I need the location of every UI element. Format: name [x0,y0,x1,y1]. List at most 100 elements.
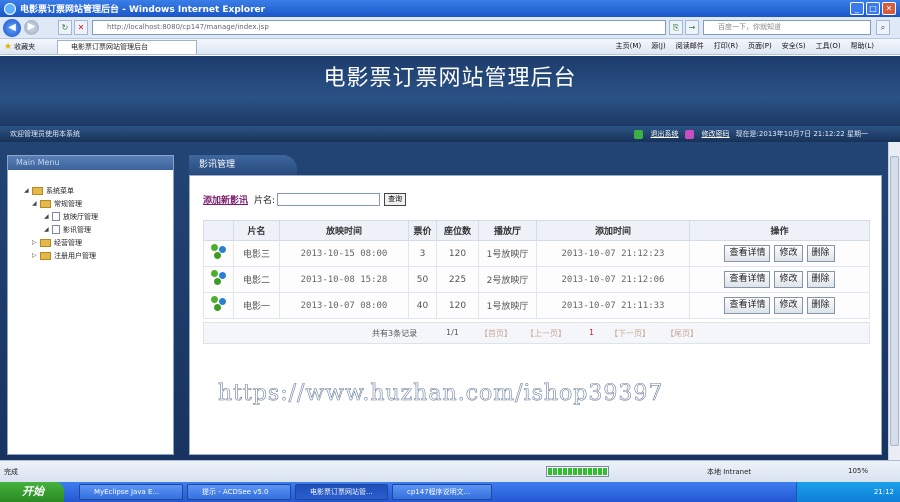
bullet-icon: ◢ [44,226,49,233]
cmd-help[interactable]: 帮助(L) [851,41,874,51]
document-icon [52,212,60,221]
close-icon[interactable]: ✕ [882,2,896,15]
cell-hall: 2号放映厅 [478,266,537,293]
edit-button[interactable]: 修改 [774,245,803,262]
folder-icon [40,251,51,260]
pager-next[interactable]: 【下一页】 [610,328,650,339]
cell-added: 2013-10-07 21:11:33 [536,292,690,319]
cmd-mail[interactable]: 阅读邮件 [676,41,704,51]
stop-icon[interactable]: ✕ [74,20,88,35]
pager-last[interactable]: 【尾页】 [666,328,698,339]
status-text: 完成 [4,468,18,476]
document-icon [52,225,60,234]
content-tab[interactable]: 影讯管理 [189,155,297,175]
cell-show-time: 2013-10-07 08:00 [279,292,409,319]
site-title: 电影票订票网站管理后台 [323,66,577,91]
minimize-icon[interactable]: _ [850,2,864,15]
forward-button[interactable]: ▶ [24,20,39,35]
add-film-link[interactable]: 添加新影讯 [203,193,248,206]
edit-button[interactable]: 修改 [774,297,803,314]
collapse-arrow-icon[interactable]: ▷ [32,252,40,259]
tree-node-users[interactable]: ▷ 注册用户管理 [24,249,173,262]
expand-arrow-icon[interactable]: ◢ [24,187,32,194]
detail-button[interactable]: 查看详情 [724,297,771,314]
back-button[interactable]: ◀ [3,18,21,37]
cmd-home[interactable]: 主页(M) [616,41,642,51]
pager-current: 1 [589,328,595,337]
ie-logo-icon [4,2,16,15]
task-doc[interactable]: cp147程序说明文... [392,484,492,500]
detail-button[interactable]: 查看详情 [724,271,771,288]
cell-seats: 120 [436,292,479,319]
search-icon[interactable]: ⌕ [876,20,890,35]
window-controls: _ □ ✕ [850,2,896,15]
start-button[interactable]: 开始 [0,482,64,502]
delete-button[interactable]: 删除 [806,297,835,314]
tree-node-general[interactable]: ◢ 常规管理 [24,197,173,210]
cmd-feeds[interactable]: 源(J) [651,41,666,51]
content-panel: 添加新影讯 片名: 查询 片名 放映时间 票价 座位数 播放厅 添加时间 操作 … [189,175,882,455]
favorites-bar: ★ 收藏夹 电影票订票网站管理后台 主页(M) 源(J) 阅读邮件 打印(R) 页… [0,39,900,55]
pager-page: 1/1 [446,328,459,337]
pager-prev[interactable]: 【上一页】 [526,328,566,339]
collapse-arrow-icon[interactable]: ▷ [32,239,40,246]
logout-link[interactable]: 退出系统 [651,129,679,139]
cell-added: 2013-10-07 21:12:23 [536,240,690,267]
watermark: https://www.huzhan.com/ishop39397 [218,381,664,407]
task-myeclipse[interactable]: MyEclipse Java E... [79,484,183,500]
col-seats: 座位数 [436,220,479,241]
task-acdsee[interactable]: 提示 - ACDSee v5.0 [187,484,291,500]
table-row: 电影一 2013-10-07 08:00 40 120 1号放映厅 2013-1… [203,292,870,319]
tree-node-business[interactable]: ▷ 经营管理 [24,236,173,249]
go-icon[interactable]: → [685,20,699,35]
cmd-page[interactable]: 页面(P) [748,41,772,51]
security-zone[interactable]: 本地 Intranet [707,467,751,477]
cmd-print[interactable]: 打印(R) [714,41,738,51]
pager-total: 共有3条记录 [372,329,418,338]
expand-arrow-icon[interactable]: ◢ [32,200,40,207]
vertical-scrollbar[interactable] [888,142,900,460]
window-title: 电影票订票网站管理后台 - Windows Internet Explorer [20,5,266,15]
maximize-icon[interactable]: □ [866,2,880,15]
browser-tab[interactable]: 电影票订票网站管理后台 [57,40,197,54]
address-input[interactable]: http://localhost:8080/cp147/manage/index… [92,20,666,35]
edit-button[interactable]: 修改 [774,271,803,288]
browser-status-bar: 完成 本地 Intranet 105% [0,460,900,482]
pagination: 共有3条记录 1/1 【首页】 【上一页】 1 【下一页】 【尾页】 [203,322,870,344]
favorites-button[interactable]: ★ 收藏夹 [4,42,35,52]
menu-header: Main Menu [8,156,173,170]
logout-icon [633,129,643,139]
detail-button[interactable]: 查看详情 [724,245,771,262]
taskbar: 开始 MyEclipse Java E... 提示 - ACDSee v5.0 … [0,482,900,502]
compat-icon[interactable]: ⎘ [669,20,683,35]
welcome-text: 欢迎管理员使用本系统 [10,130,80,138]
system-tray: 21:12 [796,482,900,502]
cell-hall: 1号放映厅 [478,240,537,267]
film-table: 片名 放映时间 票价 座位数 播放厅 添加时间 操作 电影三 2013-10-1… [203,220,870,319]
folder-icon [32,186,43,195]
tree-node-root[interactable]: ◢ 系统菜单 [24,184,173,197]
task-ie[interactable]: 电影票订票网站管... [295,484,388,500]
query-button[interactable]: 查询 [384,193,407,206]
cmd-safety[interactable]: 安全(S) [782,41,806,51]
cell-name: 电影一 [233,292,280,319]
col-hall: 播放厅 [478,220,537,241]
cmd-tools[interactable]: 工具(O) [816,41,841,51]
tree-item-hall[interactable]: ◢ 放映厅管理 [24,210,173,223]
film-icon [210,296,227,312]
film-name-input[interactable] [277,193,381,206]
menu-tree: ◢ 系统菜单 ◢ 常规管理 ◢ 放映厅管理 ◢ 影讯管理 ▷ 经营管理 ▷ 注册… [8,170,173,262]
delete-button[interactable]: 删除 [806,245,835,262]
zoom-level[interactable]: 105% [848,467,868,475]
col-price: 票价 [408,220,437,241]
col-show-time: 放映时间 [279,220,409,241]
change-password-link[interactable]: 修改密码 [702,129,730,139]
pager-first[interactable]: 【首页】 [480,328,512,339]
refresh-icon[interactable]: ↻ [58,20,72,35]
delete-button[interactable]: 删除 [806,271,835,288]
folder-icon [40,199,51,208]
search-input[interactable]: 百度一下，你就知道 [703,20,871,35]
cell-show-time: 2013-10-08 15:28 [279,266,409,293]
tree-item-film[interactable]: ◢ 影讯管理 [24,223,173,236]
scrollbar-thumb[interactable] [890,156,899,446]
